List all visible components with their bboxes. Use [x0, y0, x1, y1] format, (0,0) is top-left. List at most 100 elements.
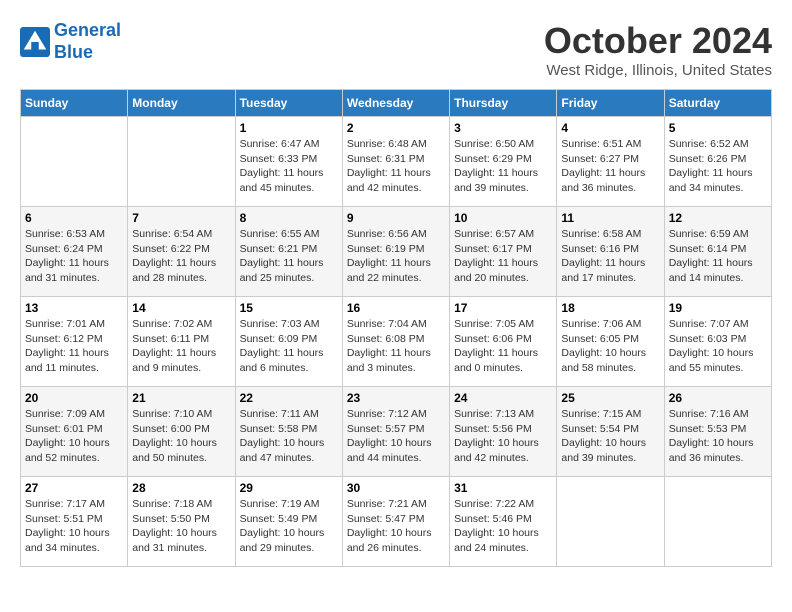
day-info: Sunrise: 7:15 AM Sunset: 5:54 PM Dayligh…: [561, 407, 659, 466]
calendar-day-cell: 27 Sunrise: 7:17 AM Sunset: 5:51 PM Dayli…: [21, 477, 128, 567]
calendar-day-cell: 3 Sunrise: 6:50 AM Sunset: 6:29 PM Daylig…: [450, 117, 557, 207]
calendar-day-cell: 22 Sunrise: 7:11 AM Sunset: 5:58 PM Dayli…: [235, 387, 342, 477]
day-number: 15: [240, 301, 338, 315]
day-number: 1: [240, 121, 338, 135]
calendar-day-cell: 11 Sunrise: 6:58 AM Sunset: 6:16 PM Dayli…: [557, 207, 664, 297]
calendar-day-cell: 14Sunrise: 7:02 AM Sunset: 6:11 PM Dayli…: [128, 297, 235, 387]
day-number: 20: [25, 391, 123, 405]
day-number: 24: [454, 391, 552, 405]
day-info: Sunrise: 6:56 AM Sunset: 6:19 PM Dayligh…: [347, 227, 445, 286]
day-info: Sunrise: 7:09 AM Sunset: 6:01 PM Dayligh…: [25, 407, 123, 466]
calendar-day-cell: 28Sunrise: 7:18 AM Sunset: 5:50 PM Dayli…: [128, 477, 235, 567]
logo-line1: General: [54, 20, 121, 40]
calendar-day-cell: 4Sunrise: 6:51 AM Sunset: 6:27 PM Daylig…: [557, 117, 664, 207]
day-number: 10: [454, 211, 552, 225]
logo: General Blue: [20, 20, 121, 63]
day-info: Sunrise: 7:01 AM Sunset: 6:12 PM Dayligh…: [25, 317, 123, 376]
calendar-day-cell: 13Sunrise: 7:01 AM Sunset: 6:12 PM Dayli…: [21, 297, 128, 387]
day-info: Sunrise: 6:47 AM Sunset: 6:33 PM Dayligh…: [240, 137, 338, 196]
day-number: 19: [669, 301, 767, 315]
day-number: 2: [347, 121, 445, 135]
weekday-header-cell: Saturday: [664, 90, 771, 117]
calendar-day-cell: 29 Sunrise: 7:19 AM Sunset: 5:49 PM Dayli…: [235, 477, 342, 567]
day-number: 14: [132, 301, 230, 315]
calendar-day-cell: 25 Sunrise: 7:15 AM Sunset: 5:54 PM Dayli…: [557, 387, 664, 477]
calendar-day-cell: 20 Sunrise: 7:09 AM Sunset: 6:01 PM Dayli…: [21, 387, 128, 477]
calendar-day-cell: 24 Sunrise: 7:13 AM Sunset: 5:56 PM Dayli…: [450, 387, 557, 477]
calendar-day-cell: [557, 477, 664, 567]
day-info: Sunrise: 7:05 AM Sunset: 6:06 PM Dayligh…: [454, 317, 552, 376]
day-info: Sunrise: 6:50 AM Sunset: 6:29 PM Dayligh…: [454, 137, 552, 196]
calendar-day-cell: 18Sunrise: 7:06 AM Sunset: 6:05 PM Dayli…: [557, 297, 664, 387]
calendar-day-cell: 12Sunrise: 6:59 AM Sunset: 6:14 PM Dayli…: [664, 207, 771, 297]
calendar-day-cell: 15 Sunrise: 7:03 AM Sunset: 6:09 PM Dayli…: [235, 297, 342, 387]
day-number: 27: [25, 481, 123, 495]
day-info: Sunrise: 7:22 AM Sunset: 5:46 PM Dayligh…: [454, 497, 552, 556]
weekday-header-cell: Monday: [128, 90, 235, 117]
logo-text: General Blue: [54, 20, 121, 63]
logo-line2: Blue: [54, 42, 93, 62]
calendar-day-cell: 1 Sunrise: 6:47 AM Sunset: 6:33 PM Daylig…: [235, 117, 342, 207]
day-info: Sunrise: 7:13 AM Sunset: 5:56 PM Dayligh…: [454, 407, 552, 466]
day-number: 9: [347, 211, 445, 225]
calendar-week-row: 13Sunrise: 7:01 AM Sunset: 6:12 PM Dayli…: [21, 297, 772, 387]
day-number: 4: [561, 121, 659, 135]
weekday-header-cell: Wednesday: [342, 90, 449, 117]
day-number: 17: [454, 301, 552, 315]
day-number: 6: [25, 211, 123, 225]
day-info: Sunrise: 6:57 AM Sunset: 6:17 PM Dayligh…: [454, 227, 552, 286]
day-number: 11: [561, 211, 659, 225]
calendar-day-cell: [128, 117, 235, 207]
calendar-day-cell: 7Sunrise: 6:54 AM Sunset: 6:22 PM Daylig…: [128, 207, 235, 297]
day-number: 23: [347, 391, 445, 405]
day-info: Sunrise: 7:03 AM Sunset: 6:09 PM Dayligh…: [240, 317, 338, 376]
day-info: Sunrise: 7:07 AM Sunset: 6:03 PM Dayligh…: [669, 317, 767, 376]
calendar-body: 1 Sunrise: 6:47 AM Sunset: 6:33 PM Daylig…: [21, 117, 772, 567]
day-info: Sunrise: 6:48 AM Sunset: 6:31 PM Dayligh…: [347, 137, 445, 196]
day-info: Sunrise: 6:58 AM Sunset: 6:16 PM Dayligh…: [561, 227, 659, 286]
day-number: 29: [240, 481, 338, 495]
day-number: 16: [347, 301, 445, 315]
weekday-header-cell: Tuesday: [235, 90, 342, 117]
day-info: Sunrise: 7:10 AM Sunset: 6:00 PM Dayligh…: [132, 407, 230, 466]
day-number: 22: [240, 391, 338, 405]
day-info: Sunrise: 6:53 AM Sunset: 6:24 PM Dayligh…: [25, 227, 123, 286]
day-info: Sunrise: 7:18 AM Sunset: 5:50 PM Dayligh…: [132, 497, 230, 556]
calendar-day-cell: 10 Sunrise: 6:57 AM Sunset: 6:17 PM Dayli…: [450, 207, 557, 297]
logo-icon: [20, 27, 50, 57]
day-info: Sunrise: 7:11 AM Sunset: 5:58 PM Dayligh…: [240, 407, 338, 466]
calendar-day-cell: [664, 477, 771, 567]
day-number: 5: [669, 121, 767, 135]
day-number: 31: [454, 481, 552, 495]
day-number: 8: [240, 211, 338, 225]
day-number: 12: [669, 211, 767, 225]
day-number: 3: [454, 121, 552, 135]
day-number: 7: [132, 211, 230, 225]
calendar-day-cell: 30 Sunrise: 7:21 AM Sunset: 5:47 PM Dayli…: [342, 477, 449, 567]
day-number: 25: [561, 391, 659, 405]
calendar-day-cell: 5 Sunrise: 6:52 AM Sunset: 6:26 PM Daylig…: [664, 117, 771, 207]
day-info: Sunrise: 7:04 AM Sunset: 6:08 PM Dayligh…: [347, 317, 445, 376]
month-title: October 2024: [544, 20, 772, 62]
weekday-header-cell: Friday: [557, 90, 664, 117]
weekday-header-row: SundayMondayTuesdayWednesdayThursdayFrid…: [21, 90, 772, 117]
day-number: 26: [669, 391, 767, 405]
title-block: October 2024 West Ridge, Illinois, Unite…: [544, 20, 772, 79]
day-info: Sunrise: 7:21 AM Sunset: 5:47 PM Dayligh…: [347, 497, 445, 556]
calendar-day-cell: 2 Sunrise: 6:48 AM Sunset: 6:31 PM Daylig…: [342, 117, 449, 207]
calendar-day-cell: 23Sunrise: 7:12 AM Sunset: 5:57 PM Dayli…: [342, 387, 449, 477]
calendar-day-cell: 16 Sunrise: 7:04 AM Sunset: 6:08 PM Dayli…: [342, 297, 449, 387]
day-info: Sunrise: 6:55 AM Sunset: 6:21 PM Dayligh…: [240, 227, 338, 286]
day-info: Sunrise: 6:52 AM Sunset: 6:26 PM Dayligh…: [669, 137, 767, 196]
calendar-week-row: 6 Sunrise: 6:53 AM Sunset: 6:24 PM Daylig…: [21, 207, 772, 297]
calendar-table: SundayMondayTuesdayWednesdayThursdayFrid…: [20, 89, 772, 567]
calendar-week-row: 1 Sunrise: 6:47 AM Sunset: 6:33 PM Daylig…: [21, 117, 772, 207]
day-info: Sunrise: 7:17 AM Sunset: 5:51 PM Dayligh…: [25, 497, 123, 556]
calendar-day-cell: 17 Sunrise: 7:05 AM Sunset: 6:06 PM Dayli…: [450, 297, 557, 387]
day-number: 21: [132, 391, 230, 405]
day-number: 30: [347, 481, 445, 495]
calendar-week-row: 27 Sunrise: 7:17 AM Sunset: 5:51 PM Dayli…: [21, 477, 772, 567]
day-info: Sunrise: 7:19 AM Sunset: 5:49 PM Dayligh…: [240, 497, 338, 556]
calendar-day-cell: 26Sunrise: 7:16 AM Sunset: 5:53 PM Dayli…: [664, 387, 771, 477]
calendar-day-cell: 9 Sunrise: 6:56 AM Sunset: 6:19 PM Daylig…: [342, 207, 449, 297]
